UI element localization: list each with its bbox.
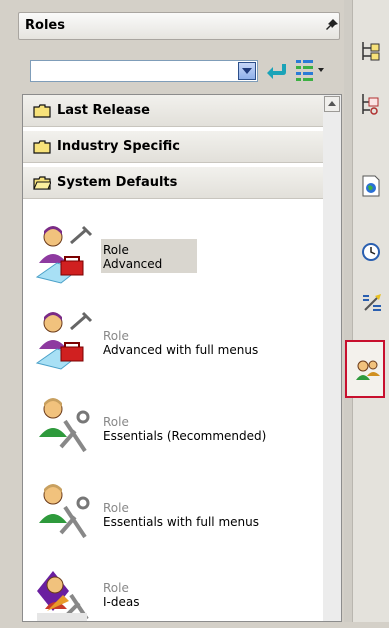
role-advanced-full-menus[interactable]: Role Advanced with full menus (35, 305, 325, 373)
role-essentials-full-menus[interactable]: Role Essentials with full menus (35, 477, 325, 545)
role-ideas[interactable]: Role I-deas (35, 557, 325, 625)
role-name: Essentials with full menus (103, 515, 259, 529)
role-search-combo[interactable] (30, 60, 258, 82)
resource-bar (345, 0, 389, 622)
dropdown-button[interactable] (238, 62, 256, 80)
process-studio-icon (363, 294, 381, 311)
group-industry-specific[interactable]: Industry Specific (23, 131, 323, 163)
role-name: Advanced (103, 257, 163, 271)
tab-assembly-navigator[interactable] (355, 30, 387, 70)
role-name: Essentials (Recommended) (103, 429, 267, 443)
folder-icon (33, 140, 51, 154)
panel-header: Roles (18, 12, 340, 40)
assembly-navigator-icon (362, 42, 380, 61)
roles-list[interactable]: Last Release Industry Specific System De… (22, 94, 342, 622)
vertical-scrollbar[interactable] (323, 95, 341, 621)
roles-icon (356, 360, 380, 380)
history-icon (362, 243, 380, 261)
role-label: Role (103, 501, 129, 515)
tab-history[interactable] (355, 232, 387, 272)
open-folder-icon (33, 176, 51, 190)
role-label: Role (103, 415, 129, 429)
role-ideas-icon (35, 557, 99, 625)
group-system-defaults[interactable]: System Defaults (23, 167, 323, 199)
pin-icon[interactable] (324, 17, 340, 33)
role-label: Role (103, 581, 129, 595)
group-label: System Defaults (57, 175, 178, 190)
panel-title: Roles (25, 18, 65, 33)
role-name: I-deas (103, 595, 140, 609)
role-name: Advanced with full menus (103, 343, 259, 357)
roles-panel: Roles Last Release Industry Specific Sys… (14, 10, 344, 622)
constraint-navigator-icon (362, 94, 379, 115)
panel-toolbar (18, 46, 346, 86)
role-essentials-icon (35, 477, 99, 545)
tab-constraint-navigator[interactable] (355, 82, 387, 122)
role-essentials-recommended[interactable]: Role Essentials (Recommended) (35, 391, 325, 459)
role-advanced-icon (35, 219, 99, 287)
chevron-up-icon (328, 101, 336, 106)
web-browser-icon (362, 175, 380, 197)
group-label: Last Release (57, 103, 150, 118)
role-label: Role (103, 329, 129, 343)
panel-divider[interactable] (344, 0, 352, 622)
tab-process-studio[interactable] (355, 282, 387, 322)
folder-icon (33, 104, 51, 118)
scroll-up-button[interactable] (324, 96, 340, 112)
group-label: Industry Specific (57, 139, 181, 154)
role-advanced[interactable]: Role Advanced (35, 219, 325, 287)
role-label: Role (103, 243, 129, 257)
list-view-options-icon[interactable] (292, 56, 328, 84)
enter-arrow-icon[interactable] (264, 60, 290, 82)
search-input[interactable] (33, 62, 237, 80)
group-last-release[interactable]: Last Release (23, 95, 323, 127)
role-essentials-icon (35, 391, 99, 459)
tab-web-browser[interactable] (355, 164, 387, 204)
chevron-down-icon (242, 68, 252, 74)
role-advanced-icon (35, 305, 99, 373)
tab-roles[interactable] (345, 340, 385, 398)
